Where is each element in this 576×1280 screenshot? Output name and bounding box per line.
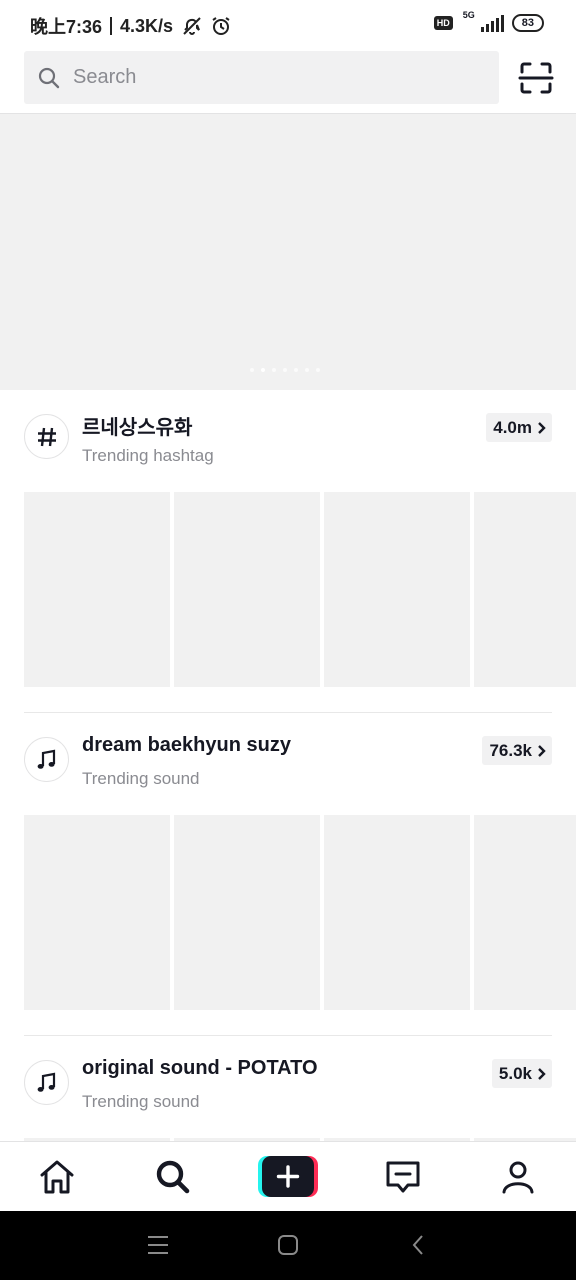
video-thumbnail[interactable]: [24, 492, 170, 687]
network-speed: 4.3K/s: [120, 15, 174, 36]
home-button-icon[interactable]: [270, 1229, 306, 1261]
video-thumbnail[interactable]: [174, 492, 320, 687]
video-thumbnail-row: [24, 815, 576, 1010]
search-icon: [38, 67, 60, 88]
video-thumbnail[interactable]: [24, 815, 170, 1010]
view-count: 76.3k: [489, 740, 532, 760]
carousel-dot: [316, 368, 320, 372]
trending-section: 르네상스유화 Trending hashtag 4.0m: [0, 390, 576, 690]
carousel-indicator: [250, 368, 320, 372]
search-icon: [156, 1160, 190, 1194]
alarm-icon: [212, 17, 230, 35]
hd-badge: HD: [433, 16, 453, 30]
nav-discover[interactable]: [143, 1142, 203, 1212]
music-note-icon: [24, 737, 69, 782]
section-title[interactable]: dream baekhyun suzy: [82, 734, 291, 757]
video-thumbnail[interactable]: [324, 492, 470, 687]
mute-icon: [183, 17, 201, 35]
nav-inbox[interactable]: [373, 1142, 433, 1212]
bottom-navigation: [0, 1141, 576, 1212]
section-subtitle: Trending sound: [82, 769, 200, 788]
profile-icon: [502, 1161, 534, 1194]
view-count: 4.0m: [493, 417, 532, 437]
hashtag-icon: [24, 414, 69, 459]
signal-icon: 5G: [461, 10, 504, 32]
video-thumbnail[interactable]: [324, 815, 470, 1010]
chevron-right-icon: [538, 1067, 546, 1080]
banner-carousel[interactable]: [0, 114, 576, 390]
carousel-dot: [272, 368, 276, 372]
carousel-dot-active: [261, 368, 265, 372]
video-thumbnail[interactable]: [174, 815, 320, 1010]
view-count-button[interactable]: 4.0m: [486, 413, 552, 442]
video-thumbnail-row: [24, 492, 576, 687]
trending-section: original sound - POTATO Trending sound 5…: [0, 1036, 576, 1141]
carousel-dot: [305, 368, 309, 372]
view-count: 5.0k: [498, 1063, 532, 1083]
carousel-dot: [250, 368, 254, 372]
nav-home[interactable]: [27, 1142, 87, 1212]
network-type: 5G: [462, 10, 475, 20]
chevron-right-icon: [538, 421, 546, 434]
battery-indicator: 83: [511, 14, 544, 32]
search-input[interactable]: [71, 65, 475, 90]
view-count-button[interactable]: 5.0k: [491, 1059, 552, 1088]
status-bar: 晚上7:36 4.3K/s HD 5G 83: [0, 0, 576, 50]
nav-profile[interactable]: [488, 1142, 548, 1212]
carousel-dot: [283, 368, 287, 372]
section-subtitle: Trending hashtag: [82, 446, 214, 465]
status-time: 晚上7:36: [30, 17, 103, 37]
trending-section: dream baekhyun suzy Trending sound 76.3k: [0, 713, 576, 1013]
create-icon[interactable]: [258, 1156, 318, 1197]
video-thumbnail[interactable]: [474, 815, 576, 1010]
music-note-icon: [24, 1060, 69, 1105]
scan-icon[interactable]: [518, 60, 554, 96]
section-title[interactable]: 르네상스유화: [82, 411, 192, 440]
chevron-right-icon: [538, 744, 546, 757]
inbox-icon: [386, 1161, 420, 1193]
system-navigation-bar: [0, 1211, 576, 1280]
carousel-dot: [294, 368, 298, 372]
section-title[interactable]: original sound - POTATO: [82, 1057, 318, 1080]
menu-icon[interactable]: [140, 1229, 176, 1261]
back-icon[interactable]: [400, 1229, 436, 1261]
home-icon: [40, 1160, 74, 1194]
search-bar[interactable]: [24, 51, 499, 104]
status-separator: [110, 17, 113, 35]
section-subtitle: Trending sound: [82, 1092, 200, 1111]
view-count-button[interactable]: 76.3k: [482, 736, 552, 765]
video-thumbnail[interactable]: [474, 492, 576, 687]
